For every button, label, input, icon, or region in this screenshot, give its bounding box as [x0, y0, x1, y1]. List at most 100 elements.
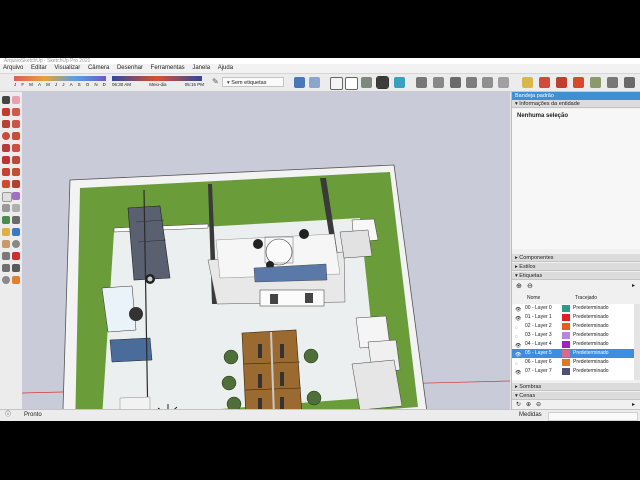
tag-color-swatch[interactable]: [562, 350, 570, 357]
info-icon[interactable]: ⓘ: [5, 410, 11, 421]
extension-icon[interactable]: [624, 77, 635, 88]
menu-camera[interactable]: Câmera: [85, 64, 112, 73]
tags-panel-header[interactable]: ▾ Etiquetas: [512, 272, 640, 280]
front-view-icon[interactable]: [450, 77, 461, 88]
refresh-icon[interactable]: ↻: [516, 401, 521, 408]
zoom-tool-icon[interactable]: [12, 240, 20, 248]
tag-row[interactable]: ◌ 03 - Layer 3 Predeterminado: [512, 331, 634, 340]
3d-text-tool-icon[interactable]: [12, 216, 20, 224]
hidden-line-style-icon[interactable]: [345, 77, 358, 90]
pushpull-icon[interactable]: [522, 77, 533, 88]
tag-color-swatch[interactable]: [562, 332, 570, 339]
tag-details-icon[interactable]: ▸: [632, 282, 635, 289]
eye-icon[interactable]: 👁: [515, 369, 521, 378]
tag-row-selected[interactable]: 👁 05 - Layer 5 Predeterminado: [512, 349, 634, 358]
entity-info-header[interactable]: ▾ Informações da entidade: [512, 100, 640, 108]
eraser-tool-icon[interactable]: [12, 96, 20, 104]
tag-row[interactable]: 👁 00 - Layer 0 Predeterminado: [512, 304, 634, 313]
freehand-tool-icon[interactable]: [12, 108, 20, 116]
tape-measure-tool-icon[interactable]: [2, 192, 12, 202]
menu-editar[interactable]: Editar: [28, 64, 50, 73]
shadow-date-slider[interactable]: [14, 76, 106, 81]
shadow-time-slider[interactable]: [112, 76, 202, 81]
pan-tool-icon[interactable]: [2, 240, 10, 248]
back-edges-style-icon[interactable]: [309, 77, 320, 88]
zoom-extents-tool-icon[interactable]: [12, 252, 20, 260]
scene-options-icon[interactable]: ▸: [632, 401, 635, 408]
scenes-panel-header[interactable]: ▾ Cenas: [512, 392, 640, 400]
polygon-tool-icon[interactable]: [12, 132, 20, 140]
monochrome-style-icon[interactable]: [394, 77, 405, 88]
tag-selector[interactable]: ▾ Sem etiquetas: [222, 77, 284, 87]
tag-row[interactable]: 👁 04 - Layer 4 Predeterminado: [512, 340, 634, 349]
tags-scrollbar[interactable]: [634, 304, 640, 380]
tag-row[interactable]: 👁 07 - Layer 7 Predeterminado: [512, 367, 634, 376]
components-panel-header[interactable]: ▸ Componentes: [512, 254, 640, 262]
tag-color-swatch[interactable]: [562, 323, 570, 330]
styles-panel-header[interactable]: ▸ Estilos: [512, 263, 640, 271]
text-tool-icon[interactable]: [12, 204, 20, 212]
delete-scene-icon[interactable]: ⊖: [536, 401, 541, 408]
move-icon[interactable]: [539, 77, 550, 88]
menu-desenhar[interactable]: Desenhar: [114, 64, 146, 73]
menu-visualizar[interactable]: Visualizar: [51, 64, 83, 73]
circle-tool-icon[interactable]: [2, 132, 10, 140]
line-tool-icon[interactable]: [2, 108, 10, 116]
paint-bucket-tool-icon[interactable]: [2, 228, 10, 236]
top-view-icon[interactable]: [433, 77, 444, 88]
pie-tool-icon[interactable]: [12, 144, 20, 152]
xray-style-icon[interactable]: [294, 77, 305, 88]
look-around-tool-icon[interactable]: [2, 276, 10, 284]
back-view-icon[interactable]: [482, 77, 493, 88]
left-view-icon[interactable]: [498, 77, 509, 88]
shadows-panel-header[interactable]: ▸ Sombras: [512, 383, 640, 391]
menu-janela[interactable]: Janela: [189, 64, 213, 73]
menu-ajuda[interactable]: Ajuda: [215, 64, 236, 73]
pencil-icon[interactable]: ✎: [212, 78, 219, 86]
drawing-viewport[interactable]: [22, 92, 510, 409]
iso-view-icon[interactable]: [416, 77, 427, 88]
zoom-window-tool-icon[interactable]: [2, 252, 10, 260]
walk-tool-icon[interactable]: [12, 264, 20, 272]
shaded-style-icon[interactable]: [361, 77, 372, 88]
column-style[interactable]: Tracejado: [575, 294, 597, 302]
add-scene-icon[interactable]: ⊕: [526, 401, 531, 408]
rotate-icon[interactable]: [556, 77, 567, 88]
section-plane-tool-icon[interactable]: [12, 276, 20, 284]
followme-tool-icon[interactable]: [12, 168, 20, 176]
delete-tag-icon[interactable]: ⊖: [527, 282, 533, 290]
tag-color-swatch[interactable]: [562, 359, 570, 366]
arc-tool-icon[interactable]: [2, 144, 10, 152]
dimension-tool-icon[interactable]: [12, 192, 20, 200]
axes-tool-icon[interactable]: [2, 216, 10, 224]
protractor-tool-icon[interactable]: [2, 204, 10, 212]
orbit-tool-icon[interactable]: [12, 228, 20, 236]
measurements-input[interactable]: [548, 412, 638, 421]
tag-color-swatch[interactable]: [562, 314, 570, 321]
rotate-tool-icon[interactable]: [2, 168, 10, 176]
offset-tool-icon[interactable]: [12, 180, 20, 188]
offset-icon[interactable]: [607, 77, 618, 88]
select-tool-icon[interactable]: [2, 96, 10, 104]
scale-icon[interactable]: [573, 77, 584, 88]
tag-row[interactable]: ◌ 06 - Layer 6 Predeterminado: [512, 358, 634, 367]
tag-row[interactable]: ◌ 02 - Layer 2 Predeterminado: [512, 322, 634, 331]
column-name[interactable]: Nome: [527, 294, 540, 302]
tag-color-swatch[interactable]: [562, 341, 570, 348]
menu-ferramentas[interactable]: Ferramentas: [148, 64, 188, 73]
move-tool-icon[interactable]: [2, 156, 10, 164]
shaded-textures-style-icon[interactable]: [376, 76, 389, 89]
pushpull-tool-icon[interactable]: [12, 156, 20, 164]
right-view-icon[interactable]: [466, 77, 477, 88]
position-camera-tool-icon[interactable]: [2, 264, 10, 272]
tag-color-swatch[interactable]: [562, 368, 570, 375]
add-tag-icon[interactable]: ⊕: [516, 282, 522, 290]
rotated-rect-tool-icon[interactable]: [12, 120, 20, 128]
menu-arquivo[interactable]: Arquivo: [0, 64, 26, 73]
scale-tool-icon[interactable]: [2, 180, 10, 188]
follow-me-icon[interactable]: [590, 77, 601, 88]
tag-color-swatch[interactable]: [562, 305, 570, 312]
tag-row[interactable]: 👁 01 - Layer 1 Predeterminado: [512, 313, 634, 322]
rectangle-tool-icon[interactable]: [2, 120, 10, 128]
wireframe-style-icon[interactable]: [330, 77, 343, 90]
